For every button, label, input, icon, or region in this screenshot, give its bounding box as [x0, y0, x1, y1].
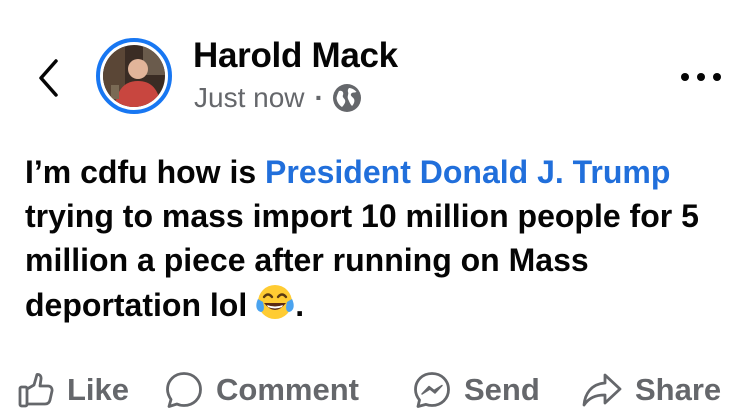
avatar[interactable]	[96, 38, 172, 114]
comment-icon	[166, 372, 202, 408]
globe-icon[interactable]	[332, 83, 362, 113]
meta-separator: ·	[314, 82, 324, 113]
mention-link[interactable]: President Donald J. Trump	[265, 154, 670, 190]
more-horizontal-icon	[681, 73, 721, 81]
profile-photo-image	[103, 45, 165, 107]
post-timestamp[interactable]: Just now	[194, 82, 305, 114]
more-options-button[interactable]	[676, 62, 726, 92]
messenger-icon	[414, 372, 450, 408]
face-with-tears-of-joy-icon	[256, 285, 294, 319]
post-text-start: I’m cdfu how is	[25, 154, 266, 190]
comment-label: Comment	[216, 372, 359, 407]
post-meta: Just now ·	[194, 82, 362, 114]
chevron-left-icon	[39, 59, 58, 97]
share-arrow-icon	[582, 373, 622, 407]
send-button[interactable]: Send	[412, 368, 540, 412]
like-label: Like	[67, 372, 130, 407]
post-text-end: .	[295, 287, 305, 323]
post-text: I’m cdfu how is President Donald J. Trum…	[25, 150, 737, 327]
post-text-middle: trying to mass import 10 million people …	[25, 198, 699, 323]
thumbs-up-icon	[18, 373, 54, 408]
share-label: Share	[635, 372, 722, 407]
post-action-bar: Like Comment Send Share	[0, 368, 750, 412]
send-label: Send	[464, 372, 540, 407]
like-button[interactable]: Like	[17, 368, 129, 412]
back-button[interactable]	[30, 56, 66, 100]
author-name[interactable]: Harold Mack	[193, 36, 398, 76]
share-button[interactable]: Share	[581, 368, 721, 412]
comment-button[interactable]: Comment	[164, 368, 359, 412]
